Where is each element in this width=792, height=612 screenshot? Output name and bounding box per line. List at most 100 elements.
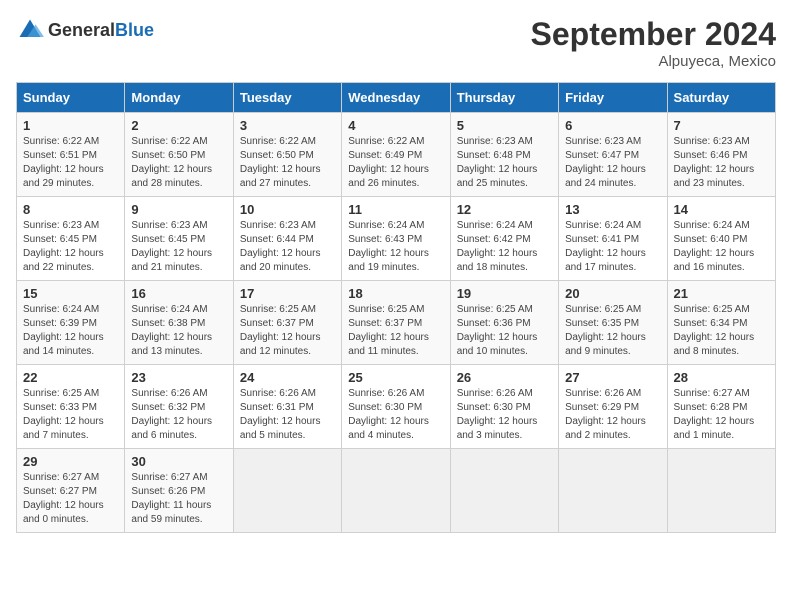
day-number: 13: [565, 202, 660, 217]
calendar-cell: 20 Sunrise: 6:25 AM Sunset: 6:35 PM Dayl…: [559, 281, 667, 365]
day-number: 12: [457, 202, 552, 217]
day-number: 11: [348, 202, 443, 217]
day-info: Sunrise: 6:24 AM Sunset: 6:39 PM Dayligh…: [23, 303, 118, 359]
calendar-cell: 26 Sunrise: 6:26 AM Sunset: 6:30 PM Dayl…: [450, 365, 558, 449]
calendar-cell: 30 Sunrise: 6:27 AM Sunset: 6:26 PM Dayl…: [125, 449, 233, 533]
calendar-cell: 8 Sunrise: 6:23 AM Sunset: 6:45 PM Dayli…: [17, 197, 125, 281]
header-saturday: Saturday: [667, 83, 775, 113]
day-info: Sunrise: 6:23 AM Sunset: 6:44 PM Dayligh…: [240, 219, 335, 275]
day-info: Sunrise: 6:25 AM Sunset: 6:34 PM Dayligh…: [674, 303, 769, 359]
calendar-header-row: Sunday Monday Tuesday Wednesday Thursday…: [17, 83, 776, 113]
calendar-cell: 23 Sunrise: 6:26 AM Sunset: 6:32 PM Dayl…: [125, 365, 233, 449]
day-info: Sunrise: 6:25 AM Sunset: 6:37 PM Dayligh…: [348, 303, 443, 359]
day-number: 9: [131, 202, 226, 217]
day-number: 30: [131, 454, 226, 469]
day-number: 17: [240, 286, 335, 301]
day-number: 16: [131, 286, 226, 301]
day-info: Sunrise: 6:24 AM Sunset: 6:40 PM Dayligh…: [674, 219, 769, 275]
day-number: 5: [457, 118, 552, 133]
day-number: 8: [23, 202, 118, 217]
day-info: Sunrise: 6:27 AM Sunset: 6:27 PM Dayligh…: [23, 471, 118, 527]
title-block: September 2024 Alpuyeca, Mexico: [531, 16, 776, 70]
day-number: 6: [565, 118, 660, 133]
calendar-week-row: 15 Sunrise: 6:24 AM Sunset: 6:39 PM Dayl…: [17, 281, 776, 365]
header-sunday: Sunday: [17, 83, 125, 113]
day-info: Sunrise: 6:27 AM Sunset: 6:26 PM Dayligh…: [131, 471, 226, 527]
day-info: Sunrise: 6:26 AM Sunset: 6:30 PM Dayligh…: [348, 387, 443, 443]
calendar-cell: 12 Sunrise: 6:24 AM Sunset: 6:42 PM Dayl…: [450, 197, 558, 281]
calendar-cell: 5 Sunrise: 6:23 AM Sunset: 6:48 PM Dayli…: [450, 113, 558, 197]
day-number: 28: [674, 370, 769, 385]
calendar-week-row: 22 Sunrise: 6:25 AM Sunset: 6:33 PM Dayl…: [17, 365, 776, 449]
calendar-cell: 2 Sunrise: 6:22 AM Sunset: 6:50 PM Dayli…: [125, 113, 233, 197]
calendar-cell: [342, 449, 450, 533]
day-number: 29: [23, 454, 118, 469]
day-number: 22: [23, 370, 118, 385]
day-info: Sunrise: 6:23 AM Sunset: 6:48 PM Dayligh…: [457, 135, 552, 191]
day-info: Sunrise: 6:24 AM Sunset: 6:41 PM Dayligh…: [565, 219, 660, 275]
day-info: Sunrise: 6:24 AM Sunset: 6:43 PM Dayligh…: [348, 219, 443, 275]
calendar-cell: 6 Sunrise: 6:23 AM Sunset: 6:47 PM Dayli…: [559, 113, 667, 197]
calendar-cell: 19 Sunrise: 6:25 AM Sunset: 6:36 PM Dayl…: [450, 281, 558, 365]
month-year-title: September 2024: [531, 16, 776, 53]
day-number: 1: [23, 118, 118, 133]
calendar-week-row: 1 Sunrise: 6:22 AM Sunset: 6:51 PM Dayli…: [17, 113, 776, 197]
day-info: Sunrise: 6:25 AM Sunset: 6:36 PM Dayligh…: [457, 303, 552, 359]
day-info: Sunrise: 6:22 AM Sunset: 6:50 PM Dayligh…: [131, 135, 226, 191]
day-number: 21: [674, 286, 769, 301]
day-number: 20: [565, 286, 660, 301]
day-info: Sunrise: 6:24 AM Sunset: 6:42 PM Dayligh…: [457, 219, 552, 275]
logo-icon: [16, 16, 44, 44]
header-tuesday: Tuesday: [233, 83, 341, 113]
day-info: Sunrise: 6:25 AM Sunset: 6:35 PM Dayligh…: [565, 303, 660, 359]
day-info: Sunrise: 6:22 AM Sunset: 6:50 PM Dayligh…: [240, 135, 335, 191]
calendar-cell: 16 Sunrise: 6:24 AM Sunset: 6:38 PM Dayl…: [125, 281, 233, 365]
calendar-cell: 9 Sunrise: 6:23 AM Sunset: 6:45 PM Dayli…: [125, 197, 233, 281]
calendar-cell: 7 Sunrise: 6:23 AM Sunset: 6:46 PM Dayli…: [667, 113, 775, 197]
header-monday: Monday: [125, 83, 233, 113]
day-number: 14: [674, 202, 769, 217]
calendar-cell: 3 Sunrise: 6:22 AM Sunset: 6:50 PM Dayli…: [233, 113, 341, 197]
day-number: 25: [348, 370, 443, 385]
day-number: 10: [240, 202, 335, 217]
day-number: 18: [348, 286, 443, 301]
day-info: Sunrise: 6:26 AM Sunset: 6:30 PM Dayligh…: [457, 387, 552, 443]
calendar-week-row: 8 Sunrise: 6:23 AM Sunset: 6:45 PM Dayli…: [17, 197, 776, 281]
calendar-cell: [450, 449, 558, 533]
day-number: 19: [457, 286, 552, 301]
day-info: Sunrise: 6:23 AM Sunset: 6:45 PM Dayligh…: [131, 219, 226, 275]
day-number: 27: [565, 370, 660, 385]
header-wednesday: Wednesday: [342, 83, 450, 113]
calendar-cell: 27 Sunrise: 6:26 AM Sunset: 6:29 PM Dayl…: [559, 365, 667, 449]
day-info: Sunrise: 6:26 AM Sunset: 6:31 PM Dayligh…: [240, 387, 335, 443]
calendar-table: Sunday Monday Tuesday Wednesday Thursday…: [16, 82, 776, 533]
day-number: 7: [674, 118, 769, 133]
calendar-cell: 28 Sunrise: 6:27 AM Sunset: 6:28 PM Dayl…: [667, 365, 775, 449]
day-info: Sunrise: 6:26 AM Sunset: 6:29 PM Dayligh…: [565, 387, 660, 443]
calendar-cell: 11 Sunrise: 6:24 AM Sunset: 6:43 PM Dayl…: [342, 197, 450, 281]
day-info: Sunrise: 6:23 AM Sunset: 6:46 PM Dayligh…: [674, 135, 769, 191]
day-info: Sunrise: 6:25 AM Sunset: 6:37 PM Dayligh…: [240, 303, 335, 359]
calendar-cell: [233, 449, 341, 533]
location-subtitle: Alpuyeca, Mexico: [531, 53, 776, 70]
calendar-cell: 24 Sunrise: 6:26 AM Sunset: 6:31 PM Dayl…: [233, 365, 341, 449]
day-info: Sunrise: 6:22 AM Sunset: 6:51 PM Dayligh…: [23, 135, 118, 191]
page-header: GeneralBlue September 2024 Alpuyeca, Mex…: [16, 16, 776, 70]
calendar-cell: 1 Sunrise: 6:22 AM Sunset: 6:51 PM Dayli…: [17, 113, 125, 197]
day-info: Sunrise: 6:27 AM Sunset: 6:28 PM Dayligh…: [674, 387, 769, 443]
day-number: 2: [131, 118, 226, 133]
header-thursday: Thursday: [450, 83, 558, 113]
day-number: 23: [131, 370, 226, 385]
day-number: 26: [457, 370, 552, 385]
day-number: 15: [23, 286, 118, 301]
calendar-cell: 10 Sunrise: 6:23 AM Sunset: 6:44 PM Dayl…: [233, 197, 341, 281]
calendar-cell: 25 Sunrise: 6:26 AM Sunset: 6:30 PM Dayl…: [342, 365, 450, 449]
calendar-week-row: 29 Sunrise: 6:27 AM Sunset: 6:27 PM Dayl…: [17, 449, 776, 533]
calendar-cell: 22 Sunrise: 6:25 AM Sunset: 6:33 PM Dayl…: [17, 365, 125, 449]
calendar-cell: 14 Sunrise: 6:24 AM Sunset: 6:40 PM Dayl…: [667, 197, 775, 281]
calendar-cell: 17 Sunrise: 6:25 AM Sunset: 6:37 PM Dayl…: [233, 281, 341, 365]
day-info: Sunrise: 6:26 AM Sunset: 6:32 PM Dayligh…: [131, 387, 226, 443]
calendar-cell: 29 Sunrise: 6:27 AM Sunset: 6:27 PM Dayl…: [17, 449, 125, 533]
calendar-cell: 15 Sunrise: 6:24 AM Sunset: 6:39 PM Dayl…: [17, 281, 125, 365]
header-friday: Friday: [559, 83, 667, 113]
